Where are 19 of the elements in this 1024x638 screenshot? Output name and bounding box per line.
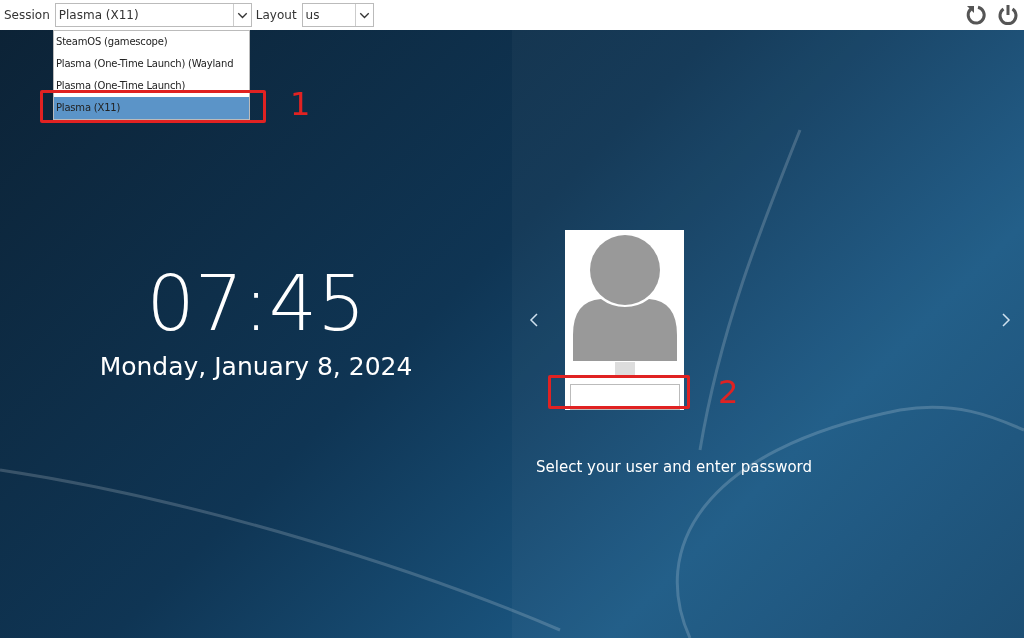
- chevron-left-icon[interactable]: [529, 312, 539, 328]
- user-card[interactable]: [565, 230, 684, 410]
- chevron-right-icon[interactable]: [1001, 312, 1011, 328]
- session-select[interactable]: Plasma (X11): [54, 3, 252, 27]
- layout-select[interactable]: us: [301, 3, 374, 27]
- session-option[interactable]: Plasma (One-Time Launch): [54, 75, 249, 97]
- clock-time: 07:45: [146, 262, 366, 346]
- restart-icon[interactable]: [964, 3, 988, 27]
- user-silhouette-icon: [572, 235, 677, 361]
- layout-label: Layout: [255, 8, 297, 22]
- session-option[interactable]: Plasma (One-Time Launch) (Wayland: [54, 53, 249, 75]
- login-prompt: Select your user and enter password: [535, 458, 813, 476]
- session-option[interactable]: SteamOS (gamescope): [54, 31, 249, 53]
- session-label: Session: [4, 8, 50, 22]
- clock-date: Monday, January 8, 2024: [99, 352, 413, 381]
- annotation-number: 2: [718, 374, 739, 410]
- session-option[interactable]: Plasma (X11): [54, 97, 249, 119]
- annotation-number: 1: [290, 86, 311, 122]
- power-icon[interactable]: [996, 3, 1020, 27]
